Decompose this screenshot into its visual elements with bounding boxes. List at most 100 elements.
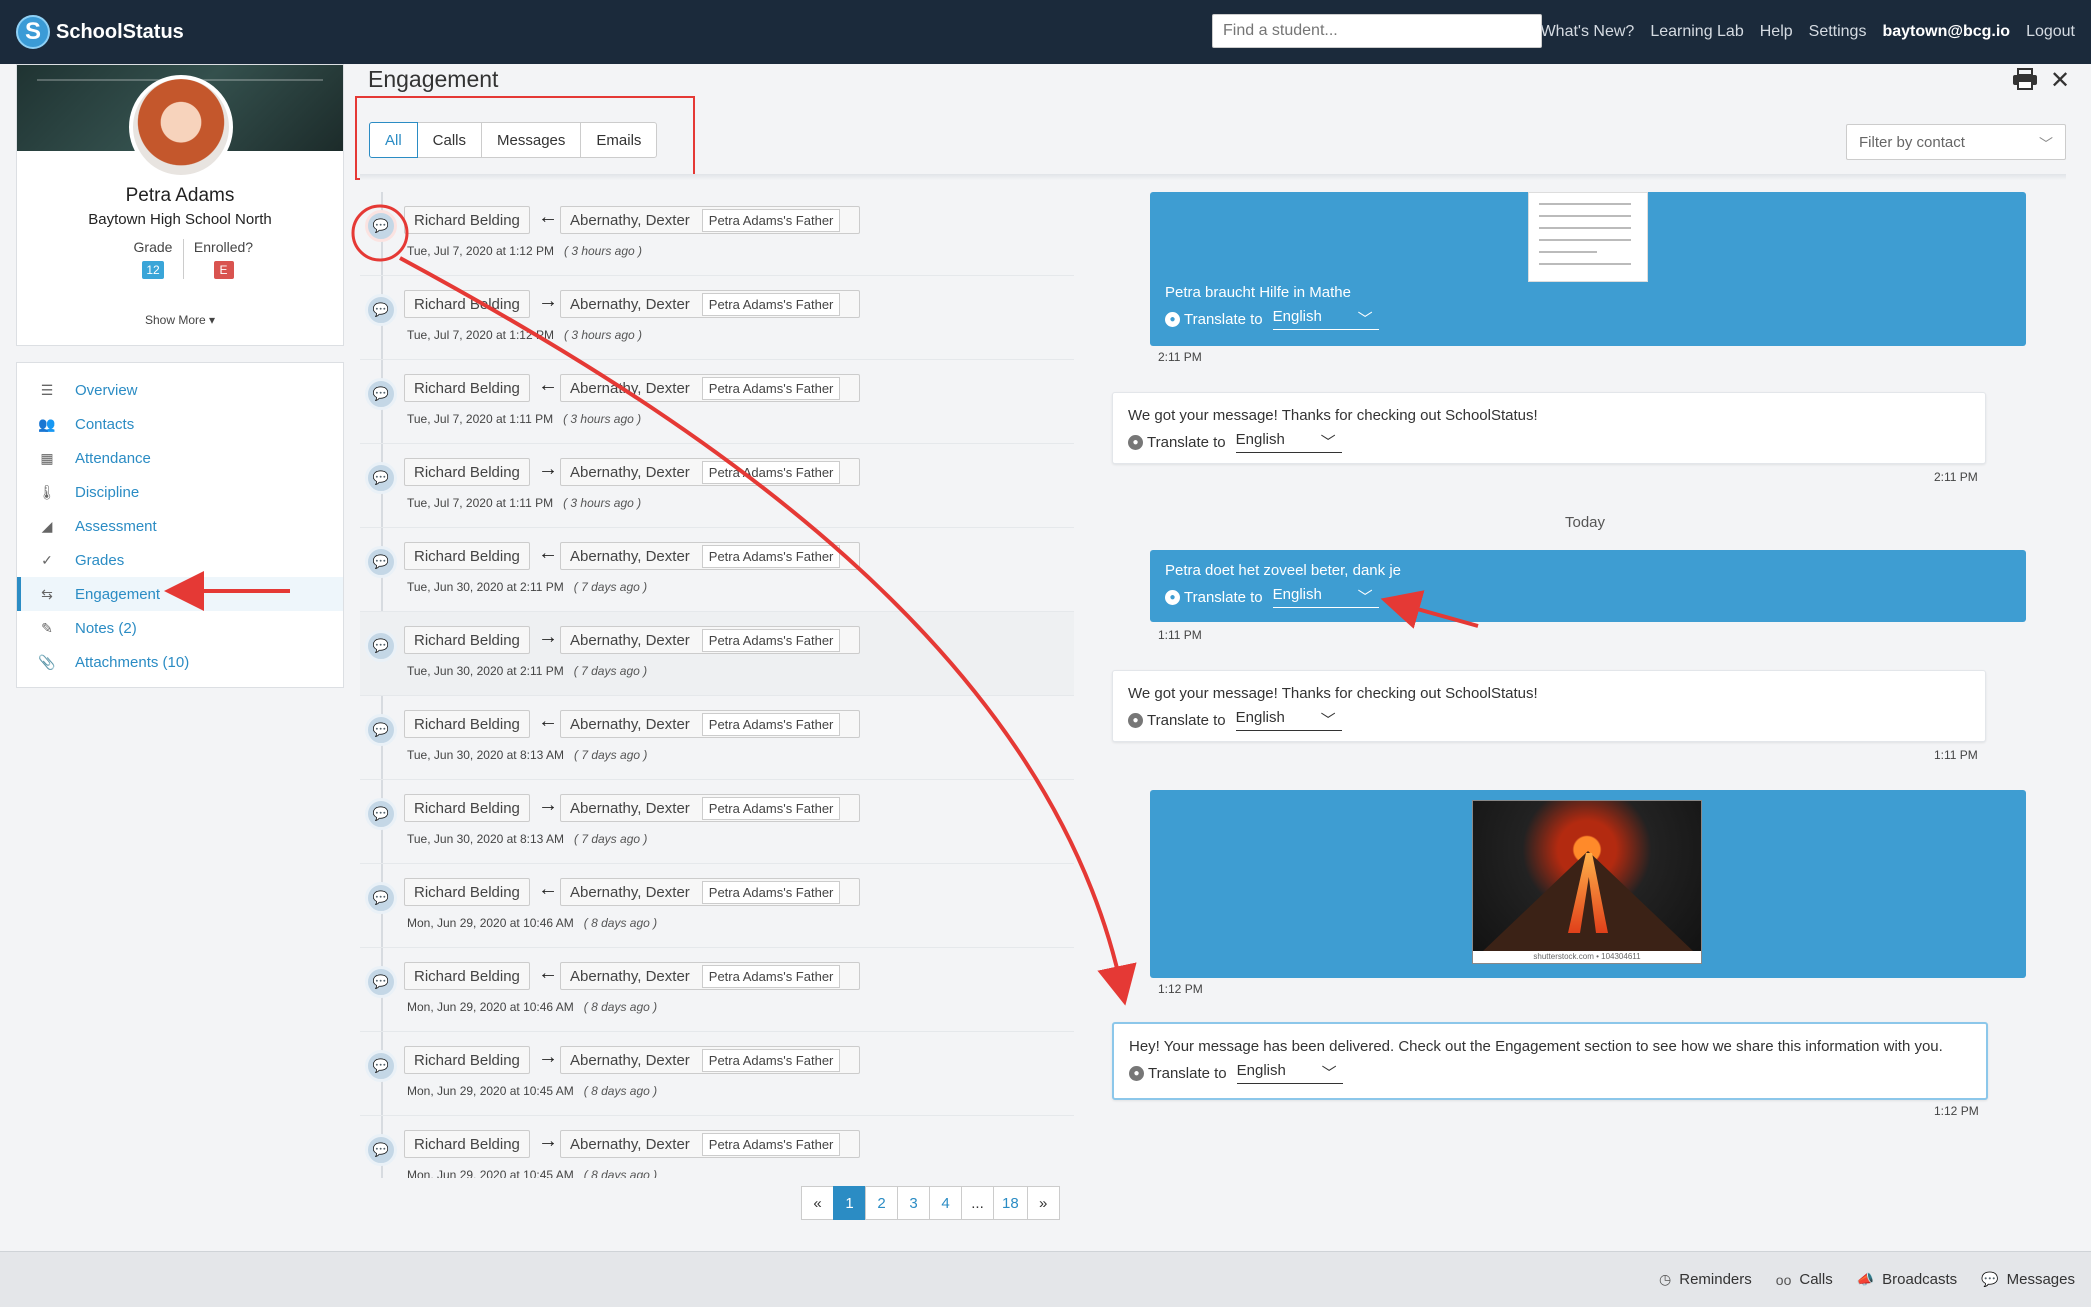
message-bubble-icon: 💬 (365, 378, 397, 410)
sidebar-item-contacts[interactable]: 👥 Contacts (17, 407, 343, 441)
engagement-row[interactable]: 💬 Richard Belding ← Abernathy, Dexter Pet… (360, 528, 1074, 612)
show-more-toggle[interactable]: Show More ▾ (17, 313, 343, 327)
language-value: English (1236, 1062, 1286, 1079)
message-time: 1:11 PM (1934, 748, 1978, 762)
contact-pill: Abernathy, Dexter Petra Adams's Father (560, 962, 860, 990)
user-account-link[interactable]: baytown@bcg.io (1882, 23, 2010, 41)
language-value: English (1235, 709, 1285, 726)
messages-button[interactable]: 💬 Messages (1981, 1271, 2075, 1288)
pagination-prev-button[interactable]: « (801, 1186, 834, 1220)
direction-arrow-icon: → (538, 458, 558, 480)
student-search-input[interactable] (1212, 14, 1542, 48)
contact-pill: Abernathy, Dexter Petra Adams's Father (560, 374, 860, 402)
engagement-row[interactable]: 💬 Richard Belding → Abernathy, Dexter Pet… (360, 780, 1074, 864)
engagement-row[interactable]: 💬 Richard Belding → Abernathy, Dexter Pet… (360, 1116, 1074, 1178)
language-select[interactable]: English ﹀ (1235, 431, 1342, 453)
learning-lab-link[interactable]: Learning Lab (1650, 23, 1743, 41)
chevron-down-icon: ﹀ (1320, 712, 1336, 729)
timestamp-date: Tue, Jul 7, 2020 at 1:11 PM (407, 496, 554, 510)
reminders-button[interactable]: ◷ Reminders (1659, 1271, 1752, 1288)
contact-name: Abernathy, Dexter (570, 799, 690, 817)
broadcasts-button[interactable]: 📣 Broadcasts (1857, 1271, 1957, 1288)
chevron-down-icon: ﹀ (2039, 136, 2053, 152)
engagement-row[interactable]: 💬 Richard Belding ← Abernathy, Dexter Pet… (360, 192, 1074, 276)
engagement-timestamp: Tue, Jul 7, 2020 at 1:11 PM ( 3 hours ago… (407, 412, 641, 426)
pencil-icon: ✎ (41, 619, 53, 636)
settings-link[interactable]: Settings (1809, 23, 1867, 41)
message-bubble-icon: 💬 (365, 210, 397, 242)
timestamp-relative: ( 3 hours ago ) (563, 412, 642, 426)
calls-button[interactable]: oo Calls (1776, 1271, 1833, 1288)
help-link[interactable]: Help (1760, 23, 1793, 41)
volcano-image-attachment[interactable]: shutterstock.com • 104304611 (1472, 800, 1702, 964)
tab-calls[interactable]: Calls (416, 122, 483, 158)
language-value: English (1235, 431, 1285, 448)
message-time: 1:11 PM (1158, 628, 1202, 642)
pagination-next-button[interactable]: » (1026, 1186, 1060, 1220)
engagement-row[interactable]: 💬 Richard Belding ← Abernathy, Dexter Pet… (360, 360, 1074, 444)
engagement-type-tabs: All Calls Messages Emails (369, 122, 658, 158)
engagement-row[interactable]: 💬 Richard Belding → Abernathy, Dexter Pet… (360, 612, 1074, 696)
thermometer-icon: 🌡 (38, 483, 56, 500)
engagement-timestamp: Tue, Jun 30, 2020 at 2:11 PM ( 7 days ago… (407, 664, 647, 678)
sidebar-item-overview[interactable]: ☰ Overview (17, 373, 343, 407)
sidebar-item-assessment[interactable]: ◢ Assessment (17, 509, 343, 543)
contact-name: Abernathy, Dexter (570, 883, 690, 901)
language-select[interactable]: English ﹀ (1235, 709, 1342, 731)
sender-pill: Richard Belding (404, 290, 530, 318)
close-icon[interactable]: ✕ (2050, 66, 2070, 95)
tab-all[interactable]: All (369, 122, 418, 158)
engagement-row[interactable]: 💬 Richard Belding ← Abernathy, Dexter Pet… (360, 696, 1074, 780)
sidebar-item-engagement[interactable]: ⇆ Engagement (17, 577, 343, 611)
top-navbar: S SchoolStatus What's New? Learning Lab … (0, 0, 2091, 64)
pagination-page-2[interactable]: 2 (865, 1186, 898, 1220)
pagination-page-1[interactable]: 1 (833, 1186, 866, 1220)
brand[interactable]: S SchoolStatus (16, 15, 184, 49)
language-select[interactable]: English ﹀ (1272, 308, 1379, 330)
sidebar-item-discipline[interactable]: 🌡 Discipline (17, 475, 343, 509)
sidebar-item-label: Contacts (75, 415, 135, 433)
sidebar-item-label: Discipline (75, 483, 140, 501)
translate-control: ● Translate to English ﹀ (1165, 308, 1379, 330)
contact-name: Abernathy, Dexter (570, 463, 690, 481)
outgoing-message-bubble: Petra doet het zoveel beter, dank je ● T… (1150, 550, 2026, 622)
engagement-row[interactable]: 💬 Richard Belding → Abernathy, Dexter Pet… (360, 444, 1074, 528)
sidebar-item-grades[interactable]: ✓ Grades (17, 543, 343, 577)
message-time: 2:11 PM (1158, 350, 1202, 364)
engagement-timestamp: Tue, Jul 7, 2020 at 1:11 PM ( 3 hours ago… (407, 496, 641, 510)
timestamp-relative: ( 8 days ago ) (583, 1084, 658, 1098)
pagination-page-18[interactable]: 18 (993, 1186, 1028, 1220)
document-attachment-thumbnail[interactable] (1528, 192, 1648, 282)
pagination-page-4[interactable]: 4 (929, 1186, 962, 1220)
language-select[interactable]: English ﹀ (1236, 1062, 1343, 1084)
engagement-row[interactable]: 💬 Richard Belding ← Abernathy, Dexter Pet… (360, 948, 1074, 1032)
contact-pill: Abernathy, Dexter Petra Adams's Father (560, 206, 860, 234)
message-text: We got your message! Thanks for checking… (1128, 407, 1538, 424)
sidebar-item-attendance[interactable]: ▦ Attendance (17, 441, 343, 475)
sidebar-item-attachments[interactable]: 📎 Attachments (10) (17, 645, 343, 679)
timestamp-relative: ( 8 days ago ) (583, 916, 658, 930)
engagement-row[interactable]: 💬 Richard Belding → Abernathy, Dexter Pet… (360, 276, 1074, 360)
globe-icon: ● (1129, 1065, 1144, 1081)
language-value: English (1272, 308, 1322, 325)
whats-new-link[interactable]: What's New? (1541, 23, 1635, 41)
print-icon[interactable] (2012, 68, 2038, 90)
filter-by-contact-select[interactable]: Filter by contact ﹀ (1846, 124, 2066, 160)
pagination-page-3[interactable]: 3 (897, 1186, 930, 1220)
message-bubble-icon: 💬 (365, 798, 397, 830)
translate-label: Translate to (1184, 588, 1263, 606)
logout-link[interactable]: Logout (2026, 23, 2075, 41)
language-select[interactable]: English ﹀ (1272, 586, 1379, 608)
tab-emails[interactable]: Emails (580, 122, 658, 158)
sender-pill: Richard Belding (404, 1130, 530, 1158)
sender-pill: Richard Belding (404, 1046, 530, 1074)
engagement-row[interactable]: 💬 Richard Belding ← Abernathy, Dexter Pet… (360, 864, 1074, 948)
translate-label: Translate to (1147, 433, 1226, 451)
sender-pill: Richard Belding (404, 206, 530, 234)
engagement-row[interactable]: 💬 Richard Belding → Abernathy, Dexter Pet… (360, 1032, 1074, 1116)
contact-name: Abernathy, Dexter (570, 547, 690, 565)
sidebar-item-notes[interactable]: ✎ Notes (2) (17, 611, 343, 645)
contact-role-tag: Petra Adams's Father (701, 544, 841, 568)
tab-messages[interactable]: Messages (481, 122, 582, 158)
paperclip-icon: 📎 (38, 653, 56, 670)
